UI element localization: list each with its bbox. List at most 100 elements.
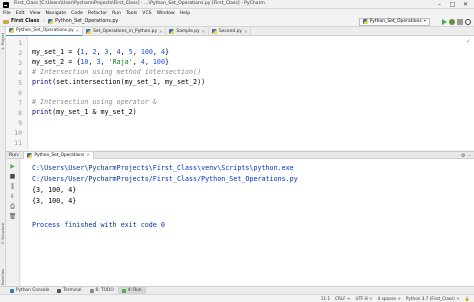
tab-python-set-operations[interactable]: Python_Set_Operations.py ✕ (6, 26, 84, 36)
line-number-gutter: 1 2 3 4 5 6 7 8 9 10 11 (6, 36, 28, 150)
tab-set-operations-in-python[interactable]: Set_Operations_in_Python.py ✕ (83, 26, 167, 36)
menu-run[interactable]: Run (112, 11, 121, 16)
line-number: 10 (14, 129, 22, 137)
python-file-icon (169, 28, 175, 34)
terminal-label: Terminal (63, 288, 82, 293)
menu-tools[interactable]: Tools (126, 11, 137, 16)
close-tab-icon[interactable]: ✕ (76, 28, 79, 33)
folder-icon (3, 19, 9, 24)
maximize-button[interactable]: □ (446, 0, 459, 9)
run-icon[interactable] (442, 18, 447, 25)
window-title: First_Class [C:\Users\User\PycharmProjec… (14, 1, 265, 6)
rerun-icon[interactable]: ▶ (9, 163, 16, 170)
code-comment-operator: # Intersection using operator & (32, 98, 157, 106)
chevron-down-icon: ▾ (423, 19, 426, 25)
line-separator[interactable]: CRLF ÷ (335, 296, 350, 301)
tab-label: Python_Set_Operations.py (16, 28, 74, 33)
run-configuration-label: Python_Set_Operations (369, 19, 422, 25)
line-number: 9 (18, 119, 22, 127)
terminal-icon (57, 288, 62, 293)
console-line: {3, 100, 4} (32, 197, 77, 205)
console-line: C:\Users\User\PycharmProjects\First_Clas… (32, 164, 294, 172)
breadcrumb-file[interactable]: Python_Set_Operations.py (55, 19, 118, 24)
line-number: 11 (14, 139, 22, 147)
title-bar: First_Class [C:\Users\User\PycharmProjec… (0, 0, 474, 9)
tab-label: Sample.py (176, 28, 200, 34)
todo-label: 6: TODO (95, 288, 114, 293)
delete-icon[interactable]: 🗑 (9, 213, 17, 220)
menu-edit[interactable]: Edit (16, 11, 25, 16)
python-file-icon (212, 28, 218, 34)
lock-icon[interactable]: 🔓 (465, 296, 470, 302)
console-line: {3, 100, 4} (32, 186, 77, 194)
stop-icon[interactable] (457, 18, 463, 25)
cursor-position[interactable]: 11:1 (321, 296, 330, 301)
code-line-print-operator: print(my_set_1 & my_set_2) (32, 108, 137, 116)
project-tool-button[interactable]: 1: Project (1, 33, 5, 50)
menu-window[interactable]: Window (157, 11, 175, 16)
print-icon[interactable]: ⎙ (9, 203, 16, 210)
menu-view[interactable]: View (30, 11, 41, 16)
tab-label: Set_Operations_in_Python.py (93, 28, 158, 34)
menu-vcs[interactable]: VCS (142, 11, 151, 16)
python-console-icon (10, 288, 14, 293)
tab-second[interactable]: Second.py ✕ (209, 26, 252, 36)
inspection-ok-icon[interactable]: ✓ (466, 39, 471, 45)
menu-help[interactable]: Help (180, 11, 190, 16)
close-tab-icon[interactable]: ✕ (244, 29, 247, 34)
python-interpreter[interactable]: Python 3.7 (First_Class) ÷ (406, 296, 460, 301)
status-bar: 11:1 CRLF ÷ UTF-8 ÷ 4 spaces ÷ Python 3.… (0, 294, 474, 302)
code-line-print-method: print(set.intersection(my_set_1, my_set_… (32, 78, 206, 86)
line-number: 6 (18, 89, 22, 97)
line-number: 1 (18, 39, 22, 47)
menu-code[interactable]: Code (71, 11, 83, 16)
pause-icon[interactable]: ‖ (9, 183, 16, 190)
line-number: 7 (18, 99, 22, 107)
python-console-label: Python Console (16, 288, 50, 293)
run-icon (121, 288, 126, 293)
line-number: 3 (18, 59, 22, 67)
close-tab-icon[interactable]: ✕ (159, 29, 162, 34)
debug-icon[interactable] (449, 18, 455, 25)
run-console[interactable]: C:\Users\User\PycharmProjects\First_Clas… (21, 159, 474, 286)
pycharm-logo-icon (3, 1, 9, 8)
structure-tool-button[interactable]: 7: Structure (1, 223, 5, 244)
close-tab-icon[interactable]: ✕ (86, 153, 90, 158)
line-number: 4 (18, 69, 22, 77)
close-button[interactable]: ✕ (459, 0, 472, 9)
line-number: 5 (18, 79, 22, 87)
line-number: 2 (18, 49, 22, 57)
search-icon[interactable] (465, 18, 471, 25)
menu-file[interactable]: File (3, 11, 11, 16)
run-side-toolbar: ▶ ■ ‖ ⇩ ⎙ 🗑 (6, 159, 20, 286)
window-controls: – □ ✕ (433, 0, 472, 9)
python-icon (27, 153, 33, 158)
code-comment-method: # Intersection using method intersection… (32, 68, 202, 76)
python-icon (362, 19, 368, 25)
run-tab-label: Python_Set_Operations (34, 153, 85, 158)
todo-icon (89, 288, 94, 293)
menu-bar: File Edit View Navigate Code Refactor Ru… (0, 9, 474, 17)
code-editor[interactable]: 1 2 3 4 5 6 7 8 9 10 11 my_set_1 = {1, 2… (6, 36, 474, 150)
file-encoding[interactable]: UTF-8 ÷ (356, 296, 373, 301)
code-line-set2: my_set_2 = {10, 3, 'Raja', 4, 100} (32, 58, 170, 66)
menu-navigate[interactable]: Navigate (46, 11, 67, 16)
console-exit-line: Process finished with exit code 0 (32, 221, 165, 229)
tab-sample[interactable]: Sample.py ✕ (166, 26, 210, 36)
minimize-button[interactable]: – (433, 0, 446, 9)
breadcrumb-project[interactable]: First Class (11, 19, 39, 24)
tab-label: Second.py (219, 28, 242, 34)
run-panel-header: Run: Python_Set_Operations ✕ ⚙ – (6, 151, 474, 159)
menu-refactor[interactable]: Refactor (88, 11, 107, 16)
python-file-icon (86, 28, 92, 34)
console-line: C:/Users/User/PycharmProjects/First_Clas… (32, 175, 298, 183)
indent-setting[interactable]: 4 spaces ÷ (378, 296, 401, 301)
breadcrumb-separator-icon: › (43, 19, 46, 24)
run-tab[interactable]: Python_Set_Operations ✕ (23, 151, 94, 159)
scroll-to-end-icon[interactable]: ⇩ (9, 193, 16, 200)
run-configuration-select[interactable]: Python_Set_Operations ▾ (358, 18, 430, 26)
navigation-bar: First Class › Python_Set_Operations.py P… (0, 17, 474, 27)
close-tab-icon[interactable]: ✕ (202, 29, 205, 34)
tool-window-bar: Python Console Terminal 6: TODO 4: Run (0, 286, 474, 295)
stop-icon[interactable]: ■ (9, 173, 16, 180)
